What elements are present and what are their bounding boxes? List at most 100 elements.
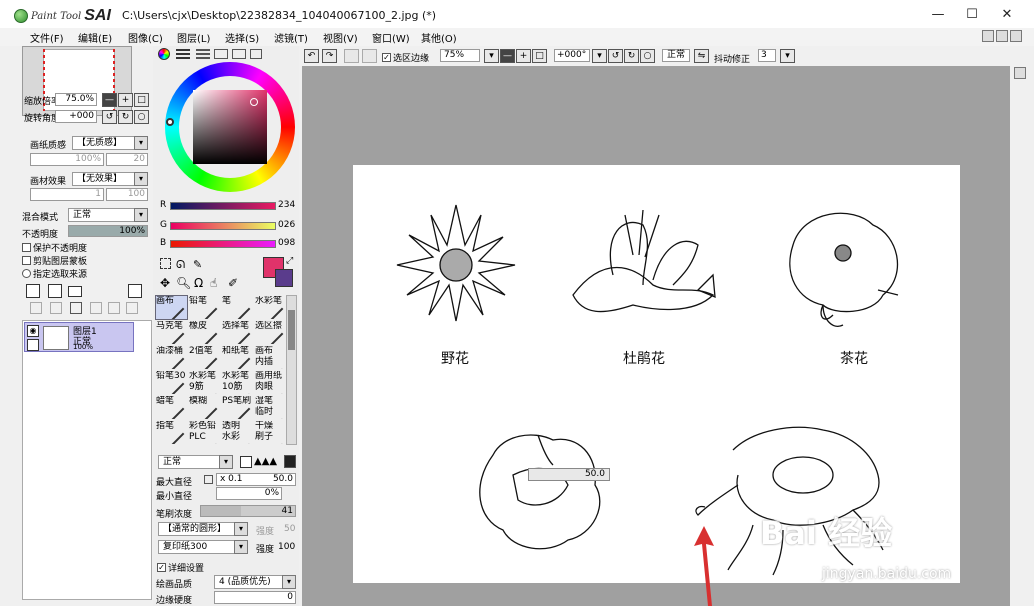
magic-wand-icon[interactable]: ✎: [193, 258, 205, 271]
brush-tool[interactable]: 2值笔: [188, 345, 221, 370]
option-zoom-menu-button[interactable]: ▾: [484, 49, 499, 63]
brush-mode-select[interactable]: 正常 ▾: [158, 455, 233, 469]
mdi-close-icon[interactable]: [1010, 30, 1022, 42]
green-slider[interactable]: [170, 222, 276, 230]
zoom-out-button[interactable]: —: [102, 93, 117, 107]
rotate-left-button[interactable]: ↺: [102, 110, 117, 124]
brush-tool[interactable]: 选择笔: [221, 320, 254, 345]
blend-mode-select[interactable]: 正常 ▾: [68, 208, 148, 222]
paper-texture-select[interactable]: 【无质感】 ▾: [72, 136, 148, 150]
brush-tool[interactable]: 彩色铅 PLC: [188, 420, 221, 445]
sub-color-swatch[interactable]: [275, 269, 293, 287]
brush-tool[interactable]: 水彩笔 10筋: [221, 370, 254, 395]
flip-horizontal-button[interactable]: ⇋: [694, 49, 709, 63]
brush-scrollbar[interactable]: [286, 295, 297, 445]
option-zoom-in-button[interactable]: +: [516, 49, 531, 63]
brush-texture-select[interactable]: 复印纸300 ▾: [158, 540, 248, 554]
protect-opacity-checkbox[interactable]: 保护不透明度: [22, 241, 87, 254]
menu-image[interactable]: 图像(C): [128, 30, 163, 45]
option-rotate-right-button[interactable]: ↻: [624, 49, 639, 63]
brush-tool[interactable]: 画布 内插: [254, 345, 287, 370]
brush-tool[interactable]: 干燥 刷子: [254, 420, 287, 445]
shape-triangle-icon[interactable]: ▲▲▲: [254, 456, 277, 467]
scroll-up-icon[interactable]: [1014, 67, 1026, 79]
zoom-value-field[interactable]: 75.0%: [55, 93, 97, 106]
option-zoom-out-button[interactable]: —: [500, 49, 515, 63]
brush-shape-select[interactable]: 【通常的圆形】 ▾: [158, 522, 248, 536]
transfer-down-icon[interactable]: [30, 302, 42, 314]
close-button[interactable]: ✕: [997, 6, 1017, 24]
eyedropper-icon[interactable]: ✐: [228, 276, 240, 290]
option-zoom-reset-button[interactable]: □: [532, 49, 547, 63]
hue-picker-marker[interactable]: [166, 118, 174, 126]
brush-tool[interactable]: 指笔: [155, 420, 188, 445]
canvas-scrollbar[interactable]: [1012, 66, 1034, 606]
brush-tool[interactable]: 铅笔30: [155, 370, 188, 395]
detail-settings-checkbox[interactable]: ✓ 详细设置: [157, 561, 204, 574]
color-wheel-tab-icon[interactable]: [158, 48, 170, 60]
rotate-reset-button[interactable]: ○: [134, 110, 149, 124]
lasso-icon[interactable]: ᘏ: [176, 258, 189, 271]
mdi-restore-icon[interactable]: [996, 30, 1008, 42]
new-layer-icon[interactable]: [26, 284, 40, 298]
brush-tool[interactable]: 选区擦: [254, 320, 287, 345]
hand-tool-icon[interactable]: ☝: [210, 276, 222, 290]
clipping-mask-checkbox[interactable]: 剪贴图层蒙板: [22, 254, 87, 267]
menu-window[interactable]: 窗口(W): [372, 30, 410, 45]
brush-density-slider[interactable]: 41: [200, 505, 296, 517]
redo-button[interactable]: ↷: [322, 49, 337, 63]
shape-strength-value[interactable]: 50: [284, 524, 295, 534]
option-rotate-left-button[interactable]: ↺: [608, 49, 623, 63]
brush-tool[interactable]: 马克笔: [155, 320, 188, 345]
layer-duplicate-icon[interactable]: [108, 302, 120, 314]
menu-layer[interactable]: 图层(L): [177, 30, 210, 45]
selection-edge-checkbox[interactable]: ✓ 选区边缘: [382, 51, 429, 64]
zoom-tool-icon[interactable]: 🔍︎: [176, 276, 191, 290]
undo-button[interactable]: ↶: [304, 49, 319, 63]
material-strength-field[interactable]: 100: [106, 188, 148, 201]
swap-colors-icon[interactable]: ⤢: [286, 256, 296, 266]
blue-slider[interactable]: [170, 240, 276, 248]
color-pad-tab-icon[interactable]: [250, 49, 262, 59]
delete-layer-icon[interactable]: [90, 302, 102, 314]
brush-tool[interactable]: 湿笔 临时: [254, 395, 287, 420]
menu-file[interactable]: 文件(F): [30, 30, 64, 45]
brush-tool[interactable]: 水彩笔 9筋: [188, 370, 221, 395]
brush-tool[interactable]: PS笔刷: [221, 395, 254, 420]
red-value[interactable]: 234: [278, 200, 298, 210]
brush-tool[interactable]: 水彩笔: [254, 295, 287, 320]
material-depth-field[interactable]: 1: [30, 188, 104, 201]
max-size-field[interactable]: x 0.1 50.0: [216, 473, 296, 486]
brush-tool[interactable]: 模糊: [188, 395, 221, 420]
invert-selection-button[interactable]: [362, 49, 377, 63]
scratchpad-tab-icon[interactable]: [232, 49, 246, 59]
merge-down-icon[interactable]: [50, 302, 62, 314]
eye-icon[interactable]: ◉: [27, 325, 39, 337]
option-mode-field[interactable]: 正常: [662, 49, 690, 62]
brush-tool[interactable]: 油漆桶: [155, 345, 188, 370]
layer-row[interactable]: ◉ 图层1 正常 100%: [24, 322, 134, 352]
brush-tool[interactable]: 橡皮: [188, 320, 221, 345]
stabilizer-menu-button[interactable]: ▾: [780, 49, 795, 63]
green-value[interactable]: 026: [278, 220, 298, 230]
edge-hardness-field[interactable]: 0: [214, 591, 296, 604]
move-icon[interactable]: ✥: [160, 276, 172, 290]
rotate-tool-icon[interactable]: Ω: [194, 276, 206, 290]
paper-strength-field[interactable]: 20: [106, 153, 148, 166]
zoom-reset-button[interactable]: □: [134, 93, 149, 107]
shape-fill-icon[interactable]: [284, 455, 296, 468]
option-angle-menu-button[interactable]: ▾: [592, 49, 607, 63]
layer-properties-icon[interactable]: [126, 302, 138, 314]
stabilizer-field[interactable]: 3: [758, 49, 776, 62]
opacity-slider[interactable]: 100%: [68, 225, 148, 237]
min-size-field[interactable]: 0%: [216, 487, 282, 500]
quality-select[interactable]: 4 (品质优先) ▾: [214, 575, 296, 589]
brush-tool[interactable]: 铅笔: [188, 295, 221, 320]
minimize-button[interactable]: —: [928, 6, 948, 24]
texture-strength-value[interactable]: 100: [278, 542, 295, 552]
menu-filter[interactable]: 滤镜(T): [274, 30, 308, 45]
shape-square-icon[interactable]: [240, 456, 252, 468]
brush-tool[interactable]: 笔: [221, 295, 254, 320]
material-effect-select[interactable]: 【无效果】 ▾: [72, 172, 148, 186]
brush-tool[interactable]: 透明 水彩: [221, 420, 254, 445]
